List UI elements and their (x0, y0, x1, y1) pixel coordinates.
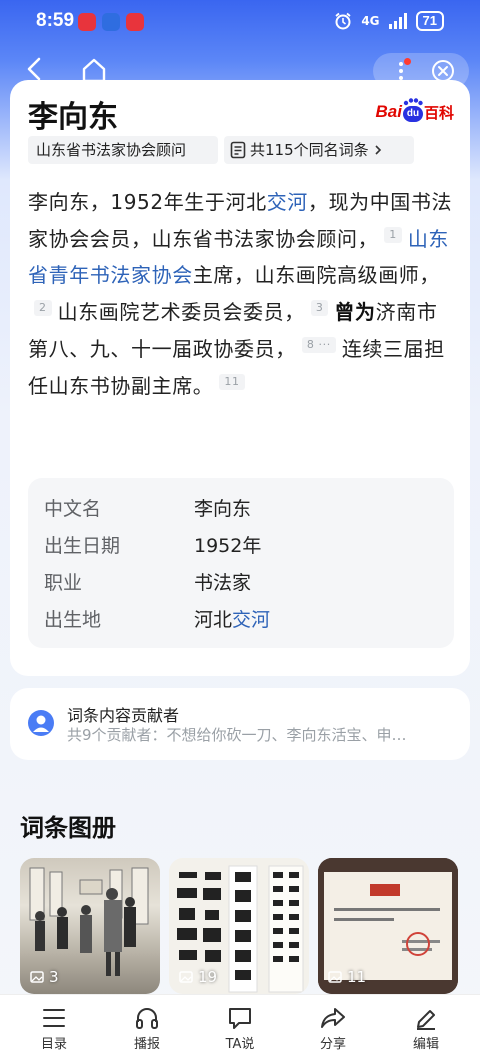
reference-marker[interactable]: 11 (219, 373, 245, 390)
status-bar: 8:59 4G 71 (0, 0, 480, 44)
album-count-badge: 11 (328, 968, 366, 986)
info-row-birth-date: 出生日期 1952年 (44, 535, 262, 557)
notification-dot (404, 58, 411, 65)
person-icon (33, 715, 49, 732)
image-icon (179, 971, 193, 983)
homonym-entries-button[interactable]: 共115个同名词条 (224, 136, 414, 164)
info-row-occupation: 职业 书法家 (44, 568, 251, 594)
app-notification-icon (126, 13, 144, 31)
avatar (28, 710, 54, 736)
toolbar-broadcast-button[interactable]: 播报 (117, 1005, 177, 1052)
contributors-title: 词条内容贡献者 (67, 706, 180, 725)
chat-icon (229, 1008, 251, 1029)
reference-marker[interactable]: 8 ··· (301, 336, 336, 353)
toolbar-contents-button[interactable]: 目录 (24, 1005, 84, 1052)
reference-marker[interactable]: 1 (384, 226, 402, 243)
link-jiaohe[interactable]: 交河 (232, 609, 270, 631)
album-strip: 3 19 11 (20, 858, 480, 994)
back-icon[interactable] (22, 56, 48, 82)
edit-icon (417, 1010, 435, 1030)
entry-summary: 李向东，1952年生于河北交河，现为中国书法家协会会员，山东省书法家协会顾问， 1… (28, 190, 453, 398)
app-notification-icon (78, 13, 96, 31)
basic-info-box: 中文名 李向东 出生日期 1952年 职业 书法家 出生地 河北交河 (28, 478, 454, 648)
info-row-birthplace: 出生地 河北交河 (44, 609, 271, 631)
toolbar-ta-says-button[interactable]: TA说 (210, 1005, 270, 1052)
entry-card: 李向东 Bai du 百科 山东省书法家协会顾问 共115个同名词条 李向东，1… (10, 80, 470, 676)
reference-marker[interactable]: 2 (34, 300, 52, 317)
contributors-card[interactable]: 词条内容贡献者 共9个贡献者：不想给你砍一刀、李向东活宝、申… (10, 688, 470, 760)
entry-title: 李向东 (28, 100, 118, 135)
alarm-icon (335, 12, 351, 30)
contributors-list: 共9个贡献者：不想给你砍一刀、李向东活宝、申… (67, 726, 407, 744)
list-icon (43, 1009, 65, 1027)
image-icon (30, 971, 44, 983)
status-indicators: 4G 71 (333, 11, 444, 31)
album-count-badge: 19 (179, 968, 217, 986)
bottom-toolbar: 目录 播报 TA说 分享 编辑 (0, 994, 480, 1062)
info-row-chinese-name: 中文名 李向东 (44, 498, 252, 520)
homonym-label: 共115个同名词条 (250, 141, 369, 159)
network-label: 4G (361, 14, 380, 28)
album-title: 词条图册 (20, 814, 116, 842)
baidu-baike-logo: Bai du 百科 (376, 98, 454, 126)
document-icon (230, 141, 246, 159)
app-notification-icon (102, 13, 120, 31)
status-time: 8:59 (36, 10, 75, 31)
image-icon (328, 971, 342, 983)
album-photo-calligraphy[interactable]: 19 (169, 858, 309, 994)
link-jiaohe[interactable]: 交河 (267, 190, 308, 214)
share-icon (321, 1008, 345, 1028)
paw-icon (403, 98, 423, 106)
chevron-right-icon (375, 145, 381, 155)
toolbar-edit-button[interactable]: 编辑 (396, 1005, 456, 1052)
entry-tag[interactable]: 山东省书法家协会顾问 (28, 136, 218, 164)
album-photo-certificate[interactable]: 11 (318, 858, 458, 994)
album-photo-exhibition[interactable]: 3 (20, 858, 160, 994)
album-count-badge: 3 (30, 968, 59, 986)
link-calligrapher[interactable]: 书法家 (194, 568, 251, 594)
toolbar-share-button[interactable]: 分享 (303, 1005, 363, 1052)
signal-icon (388, 13, 407, 29)
headphones-icon (136, 1008, 158, 1029)
battery-indicator: 71 (415, 11, 444, 31)
reference-marker[interactable]: 3 (310, 300, 329, 317)
